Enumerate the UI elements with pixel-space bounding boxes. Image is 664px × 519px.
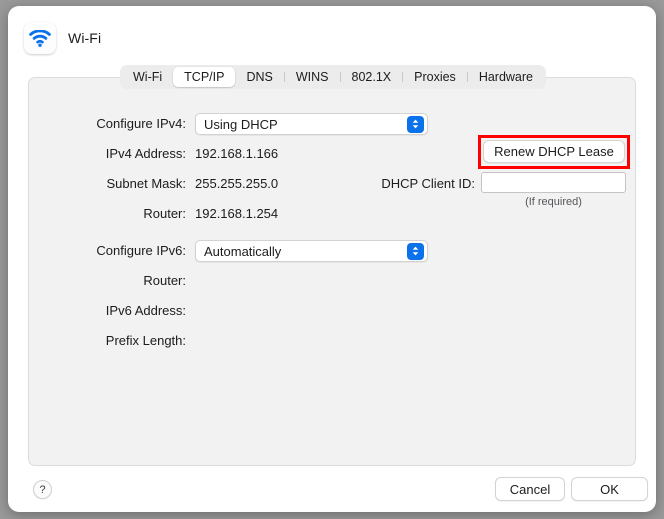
chevron-up-down-icon xyxy=(407,115,424,133)
wifi-settings-window: Wi-Fi Wi-Fi TCP/IP DNS WINS 802.1X Proxi… xyxy=(8,6,656,512)
tab-label: Proxies xyxy=(414,70,456,84)
renew-dhcp-lease-button[interactable]: Renew DHCP Lease xyxy=(483,140,625,163)
tab-label: WINS xyxy=(295,70,329,84)
tab-wifi[interactable]: Wi-Fi xyxy=(122,67,173,87)
prefix-length-label: Prefix Length: xyxy=(105,333,186,348)
dhcp-client-id-input[interactable] xyxy=(481,172,626,193)
subnet-mask-value: 255.255.255.0 xyxy=(195,176,279,191)
ipv6-address-label: IPv6 Address: xyxy=(105,303,186,318)
tab-label: 802.1X xyxy=(351,70,392,84)
tcpip-settings-panel: Configure IPv4: Using DHCP IPv4 Address:… xyxy=(28,77,636,466)
help-button[interactable]: ? xyxy=(33,480,52,499)
ipv4-router-label: Router: xyxy=(143,206,186,221)
cancel-button-label: Cancel xyxy=(509,481,551,497)
dhcp-client-id-label: DHCP Client ID: xyxy=(381,176,475,191)
tab-hardware[interactable]: Hardware xyxy=(468,67,544,87)
ipv4-address-value: 192.168.1.166 xyxy=(195,146,279,161)
help-button-label: ? xyxy=(39,483,46,496)
tab-wins[interactable]: WINS xyxy=(285,67,340,87)
tab-dns[interactable]: DNS xyxy=(235,67,283,87)
chevron-up-down-icon xyxy=(407,242,424,260)
window-title-row: Wi-Fi xyxy=(24,22,101,54)
cancel-button[interactable]: Cancel xyxy=(495,477,565,501)
settings-tab-bar: Wi-Fi TCP/IP DNS WINS 802.1X Proxies Har… xyxy=(120,65,546,89)
ipv4-address-label: IPv4 Address: xyxy=(105,146,186,161)
tab-label: DNS xyxy=(246,70,273,84)
tab-tcpip[interactable]: TCP/IP xyxy=(173,67,236,87)
dhcp-client-id-field[interactable] xyxy=(482,173,625,192)
configure-ipv4-select[interactable]: Using DHCP xyxy=(195,113,428,135)
tab-label: TCP/IP xyxy=(184,70,225,84)
tab-proxies[interactable]: Proxies xyxy=(403,67,467,87)
tab-label: Wi-Fi xyxy=(133,70,163,84)
configure-ipv6-value: Automatically xyxy=(204,243,282,259)
page-title: Wi-Fi xyxy=(68,30,102,46)
wifi-icon xyxy=(24,22,56,54)
renew-dhcp-lease-label: Renew DHCP Lease xyxy=(494,144,614,159)
ok-button[interactable]: OK xyxy=(571,477,648,501)
configure-ipv6-select[interactable]: Automatically xyxy=(195,240,428,262)
tab-8021x[interactable]: 802.1X xyxy=(341,67,403,87)
subnet-mask-label: Subnet Mask: xyxy=(106,176,187,191)
configure-ipv4-value: Using DHCP xyxy=(204,116,278,132)
ipv4-router-value: 192.168.1.254 xyxy=(195,206,279,221)
configure-ipv6-label: Configure IPv6: xyxy=(96,243,186,258)
ok-button-label: OK xyxy=(600,481,619,497)
dhcp-client-id-caption: (If required) xyxy=(525,196,582,208)
configure-ipv4-label: Configure IPv4: xyxy=(96,116,186,131)
tab-label: Hardware xyxy=(478,70,533,84)
ipv6-router-label: Router: xyxy=(143,273,186,288)
